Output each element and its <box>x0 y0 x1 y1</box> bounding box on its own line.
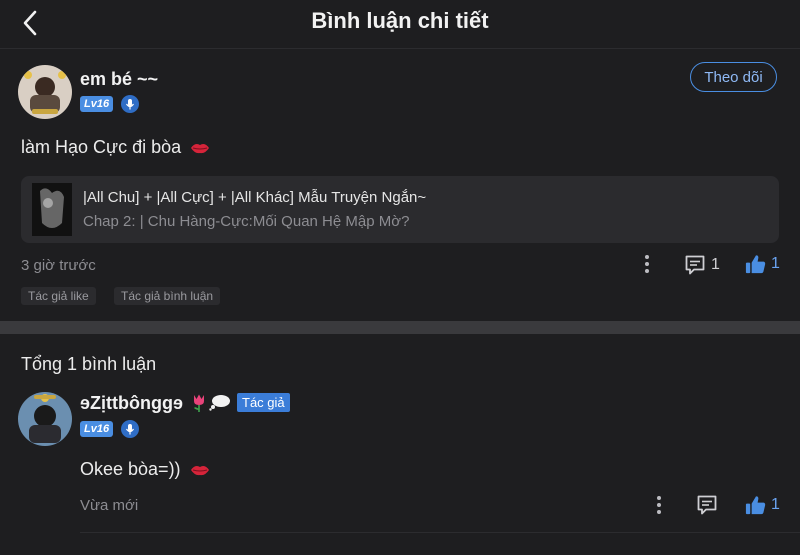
username[interactable]: ɘZịttbônggɘ <box>80 393 183 414</box>
follow-button[interactable]: Theo dõi <box>690 62 777 92</box>
kiss-lips-icon <box>191 144 210 154</box>
reply-button[interactable]: 1 <box>684 254 724 278</box>
comment-icon <box>697 495 717 515</box>
timestamp: 3 giờ trước <box>21 257 96 274</box>
divider <box>80 532 800 533</box>
story-title: |All Chu] + |All Cực] + |All Khác] Mẫu T… <box>83 189 427 206</box>
like-button[interactable]: 1 <box>744 494 784 518</box>
comment-text: làm Hạo Cực đi bòa <box>21 137 182 157</box>
mic-icon <box>126 424 134 435</box>
reply-count: 1 <box>711 256 720 273</box>
thought-bubble-icon <box>209 395 230 411</box>
username-text: ɘZịttbônggɘ <box>80 393 183 413</box>
comments-total: Tổng 1 bình luận <box>21 354 157 374</box>
avatar-image <box>18 65 72 119</box>
top-bar: Bình luận chi tiết <box>0 0 800 49</box>
tag-author-like: Tác giả like <box>21 287 96 305</box>
mic-icon <box>126 99 134 110</box>
comment-text: Okee bòa=)) <box>80 459 181 479</box>
story-thumbnail <box>32 183 72 236</box>
mic-badge <box>121 95 139 113</box>
comment-icon <box>685 255 705 275</box>
section-divider <box>0 321 800 334</box>
mic-badge <box>121 420 139 438</box>
tag-author-comment: Tác giả bình luận <box>114 287 221 305</box>
more-dots-icon[interactable] <box>644 255 650 277</box>
reply-button[interactable] <box>696 494 720 518</box>
more-dots-icon[interactable] <box>656 496 662 518</box>
timestamp: Vừa mới <box>80 497 139 514</box>
author-badge: Tác giả <box>237 393 290 412</box>
username[interactable]: em bé ~~ <box>80 69 158 90</box>
thumbs-up-icon <box>745 255 766 274</box>
main-comment: em bé ~~ Lv16 Theo dõi làm Hạo Cực đi bò… <box>0 49 800 321</box>
avatar[interactable] <box>18 392 72 446</box>
tulip-icon <box>194 394 204 412</box>
story-card[interactable]: |All Chu] + |All Cực] + |All Khác] Mẫu T… <box>21 176 779 243</box>
thumbs-up-icon <box>745 496 766 515</box>
level-badge: Lv16 <box>80 421 114 437</box>
avatar[interactable] <box>18 65 72 119</box>
comment-body: Okee bòa=)) <box>80 459 210 480</box>
like-count: 1 <box>771 255 780 272</box>
like-count: 1 <box>771 496 780 513</box>
page-title: Bình luận chi tiết <box>311 8 489 33</box>
story-chapter: Chap 2: | Chu Hàng-Cực:Mối Quan Hệ Mập M… <box>83 213 410 230</box>
like-button[interactable]: 1 <box>744 253 784 277</box>
kiss-lips-icon <box>190 466 209 476</box>
avatar-image <box>18 392 72 446</box>
level-badge: Lv16 <box>80 96 114 112</box>
comment-body: làm Hạo Cực đi bòa <box>21 137 210 158</box>
